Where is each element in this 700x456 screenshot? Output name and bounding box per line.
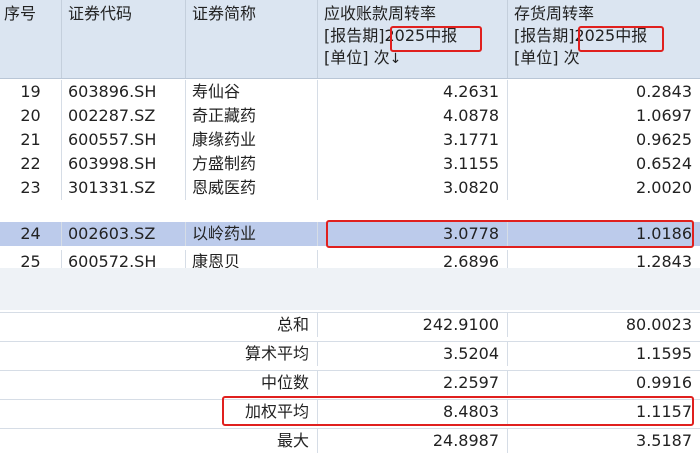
inv-cell: 1.2843 xyxy=(636,252,692,268)
table-row[interactable]: 21 600557.SH 康缘药业 3.1771 0.9625 xyxy=(0,128,700,152)
name-cell: 康缘药业 xyxy=(186,128,318,152)
seq-header-label: 序号 xyxy=(4,4,37,23)
inv-period-highlight-box xyxy=(578,26,664,52)
inv-period-label: [报告期] xyxy=(514,26,575,45)
ar-cell: 2.6896 xyxy=(318,250,508,268)
code-cell: 600572.SH xyxy=(62,250,186,268)
summary-row: 中位数 2.2597 0.9916 xyxy=(0,370,700,395)
seq-cell: 24 xyxy=(0,222,62,246)
name-cell: 以岭药业 xyxy=(186,222,318,246)
row-spacer xyxy=(0,200,700,222)
summary-inv-value: 0.9916 xyxy=(636,373,692,392)
code-cell: 002603.SZ xyxy=(62,222,186,246)
seq-cell: 21 xyxy=(0,128,62,152)
summary-ar-value: 3.5204 xyxy=(318,342,508,366)
summary-ar-value: 24.8987 xyxy=(318,429,508,453)
summary-row: 总和 242.9100 80.0023 xyxy=(0,312,700,337)
ar-cell: 3.1155 xyxy=(318,152,508,176)
seq-cell: 19 xyxy=(0,80,62,104)
inv-cell: 2.0020 xyxy=(636,178,692,197)
summary-row: 算术平均 3.5204 1.1595 xyxy=(0,341,700,366)
name-cell: 恩威医药 xyxy=(186,176,318,200)
ar-unit-label: [单位] 次 xyxy=(324,48,390,67)
column-header-seq[interactable]: 序号 xyxy=(0,0,62,78)
inv-cell: 0.6524 xyxy=(636,154,692,173)
ar-period-label: [报告期] xyxy=(324,26,385,45)
code-cell: 603896.SH xyxy=(62,80,186,104)
summary-label: 算术平均 xyxy=(186,342,318,366)
code-cell: 603998.SH xyxy=(62,152,186,176)
name-header-label: 证券简称 xyxy=(192,4,257,23)
name-cell: 方盛制药 xyxy=(186,152,318,176)
sort-descending-icon[interactable]: ↓ xyxy=(390,51,402,67)
name-cell: 康恩贝 xyxy=(186,250,318,268)
ar-cell: 3.0820 xyxy=(318,176,508,200)
code-header-label: 证券代码 xyxy=(68,4,133,23)
summary-label: 最大 xyxy=(186,429,318,453)
ar-cell: 3.1771 xyxy=(318,128,508,152)
column-header-code[interactable]: 证券代码 xyxy=(62,0,186,78)
weighted-average-highlight-box xyxy=(222,396,694,426)
summary-ar-value: 2.2597 xyxy=(318,371,508,395)
table-row[interactable]: 19 603896.SH 寿仙谷 4.2631 0.2843 xyxy=(0,80,700,104)
selected-values-highlight-box xyxy=(326,220,694,248)
summary-ar-value: 242.9100 xyxy=(318,313,508,337)
summary-inv-value: 3.5187 xyxy=(636,431,692,450)
summary-label: 总和 xyxy=(186,313,318,337)
seq-cell: 23 xyxy=(0,176,62,200)
inv-cell: 1.0697 xyxy=(636,106,692,125)
table-row[interactable]: 20 002287.SZ 奇正藏药 4.0878 1.0697 xyxy=(0,104,700,128)
seq-cell: 22 xyxy=(0,152,62,176)
column-header-name[interactable]: 证券简称 xyxy=(186,0,318,78)
table-row[interactable]: 22 603998.SH 方盛制药 3.1155 0.6524 xyxy=(0,152,700,176)
code-cell: 600557.SH xyxy=(62,128,186,152)
ar-cell: 4.0878 xyxy=(318,104,508,128)
ar-header-title: 应收账款周转率 xyxy=(324,4,437,23)
ar-period-highlight-box xyxy=(390,26,482,52)
seq-cell: 25 xyxy=(0,250,62,268)
name-cell: 奇正藏药 xyxy=(186,104,318,128)
ar-cell: 4.2631 xyxy=(318,80,508,104)
summary-label: 中位数 xyxy=(186,371,318,395)
summary-inv-value: 80.0023 xyxy=(625,315,692,334)
summary-inv-value: 1.1595 xyxy=(636,344,692,363)
seq-cell: 20 xyxy=(0,104,62,128)
code-cell: 301331.SZ xyxy=(62,176,186,200)
section-separator xyxy=(0,268,700,310)
code-cell: 002287.SZ xyxy=(62,104,186,128)
table-row[interactable]: 23 301331.SZ 恩威医药 3.0820 2.0020 xyxy=(0,176,700,200)
name-cell: 寿仙谷 xyxy=(186,80,318,104)
table-row[interactable]: 25 600572.SH 康恩贝 2.6896 1.2843 xyxy=(0,250,700,268)
inv-cell: 0.9625 xyxy=(636,130,692,149)
inv-header-title: 存货周转率 xyxy=(514,4,595,23)
summary-row: 最大 24.8987 3.5187 xyxy=(0,428,700,453)
inv-cell: 0.2843 xyxy=(636,82,692,101)
